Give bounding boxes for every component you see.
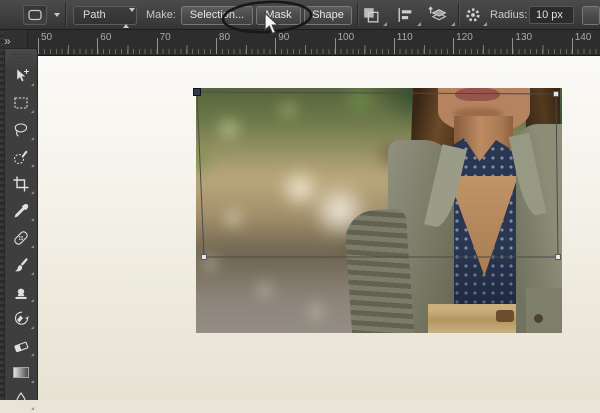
quick-selection-tool[interactable] [5, 143, 37, 170]
eyedropper-tool[interactable] [5, 197, 37, 224]
flyout-arrow-icon [417, 22, 421, 26]
ruler-major-tick [156, 38, 158, 54]
ruler-major-tick [512, 38, 514, 54]
ruler-major-tick [453, 38, 455, 54]
ruler-major-tick [334, 38, 336, 54]
flyout-arrow-icon [31, 272, 34, 275]
ruler-tick-label: 90 [278, 32, 290, 43]
ruler-tick-label: 70 [159, 32, 171, 43]
quick-selection-tool-icon [14, 150, 28, 164]
eraser-tool-icon [14, 341, 29, 352]
make-label: Make: [146, 9, 176, 21]
clone-stamp-tool[interactable] [5, 278, 37, 305]
ruler-major-tick [97, 38, 99, 54]
clipped-right-button[interactable] [582, 6, 600, 25]
flyout-arrow-icon [451, 22, 455, 26]
path-alignment-button[interactable] [395, 5, 421, 26]
stacked-layers-icon [428, 6, 447, 21]
flyout-arrow-icon [31, 164, 34, 167]
separator [458, 3, 460, 26]
ruler-major-tick [38, 38, 39, 54]
horizontal-ruler[interactable]: 50 60 70 80 90 100 110 120 130 140 » [0, 30, 600, 56]
flyout-arrow-icon [31, 245, 34, 248]
move-tool[interactable] [5, 62, 37, 89]
flyout-arrow-icon [31, 218, 34, 221]
eyedropper-tool-icon [14, 203, 29, 217]
tools-panel [4, 48, 38, 410]
ruler-tick-label: 60 [100, 32, 112, 43]
flyout-arrow-icon [31, 407, 34, 410]
geometry-options-button[interactable] [463, 5, 487, 26]
flyout-arrow-icon [31, 110, 34, 113]
flyout-arrow-icon [383, 22, 387, 26]
ruler-major-tick [215, 38, 217, 54]
spot-healing-brush-tool[interactable] [5, 224, 37, 251]
move-tool-icon [16, 67, 29, 82]
rectangular-marquee-tool[interactable] [5, 89, 37, 116]
rounded-rectangle-tool-icon [28, 9, 42, 21]
gradient-tool[interactable] [5, 359, 37, 386]
path-anchor[interactable] [555, 254, 561, 260]
path-anchor[interactable] [201, 254, 207, 260]
ruler-tick-label: 50 [41, 32, 53, 43]
flyout-arrow-icon [31, 326, 34, 329]
brush-tool-icon [15, 257, 28, 271]
gradient-tool-icon [13, 367, 29, 378]
healing-brush-tool-icon [14, 230, 28, 245]
crop-tool[interactable] [5, 170, 37, 197]
flyout-arrow-icon [31, 137, 34, 140]
radius-label: Radius: [490, 9, 528, 21]
overlapping-squares-icon [364, 8, 379, 23]
path-mode-value: Path [83, 9, 106, 21]
options-bar: Path Make: Selection... Mask Shape Radiu… [0, 0, 600, 30]
path-arrangement-button[interactable] [427, 5, 455, 26]
ruler-tick-label: 110 [396, 32, 413, 43]
ruler-tick-label: 140 [574, 32, 592, 43]
ruler-tick-label: 100 [337, 32, 355, 43]
ruler-ticks: 50 60 70 80 90 100 110 120 130 140 [0, 30, 600, 55]
path-mode-select[interactable]: Path [73, 6, 137, 28]
history-brush-tool[interactable] [5, 305, 37, 332]
eraser-tool[interactable] [5, 332, 37, 359]
path-operations-button[interactable] [361, 5, 387, 26]
lasso-tool[interactable] [5, 116, 37, 143]
flyout-arrow-icon [483, 22, 487, 26]
photo-woman-jacket-button [534, 314, 543, 323]
make-shape-button[interactable]: Shape [304, 6, 352, 25]
radius-input[interactable]: 10 px [529, 6, 574, 24]
tool-preset-picker[interactable] [23, 5, 47, 25]
make-selection-button[interactable]: Selection... [181, 6, 253, 25]
path-anchor-selected[interactable] [193, 88, 201, 96]
pen-path-outline[interactable] [196, 91, 559, 258]
ruler-major-tick [393, 38, 395, 54]
flyout-arrow-icon [31, 83, 34, 86]
flyout-arrow-icon [31, 191, 34, 194]
select-updown-icon [123, 8, 135, 28]
photo-woman-belt-buckle [496, 310, 514, 322]
separator [357, 3, 359, 26]
ruler-major-tick [571, 38, 573, 54]
ruler-tick-label: 130 [515, 32, 533, 43]
pen-path-overlay[interactable] [190, 85, 570, 265]
align-bars-icon [398, 8, 412, 22]
lasso-tool-icon [14, 122, 28, 137]
marquee-tool-icon [14, 96, 28, 109]
flyout-arrow-icon [31, 353, 34, 356]
path-anchor[interactable] [553, 91, 559, 97]
ruler-tick-label: 120 [456, 32, 473, 43]
flyout-arrow-icon [31, 380, 34, 383]
photo-woman-jacket-right-lower [526, 288, 562, 333]
panel-grip-handle[interactable] [11, 53, 31, 59]
flyout-arrow-icon [31, 299, 34, 302]
separator [65, 3, 67, 26]
ruler-tick-label: 80 [218, 32, 231, 43]
ruler-major-tick [275, 38, 277, 54]
history-brush-tool-icon [14, 311, 29, 325]
crop-tool-icon [13, 176, 29, 191]
clone-stamp-tool-icon [15, 288, 27, 299]
brush-tool[interactable] [5, 251, 37, 278]
gear-icon [466, 8, 480, 22]
preset-dropdown-arrow[interactable] [54, 13, 60, 17]
make-mask-button[interactable]: Mask [256, 6, 301, 25]
